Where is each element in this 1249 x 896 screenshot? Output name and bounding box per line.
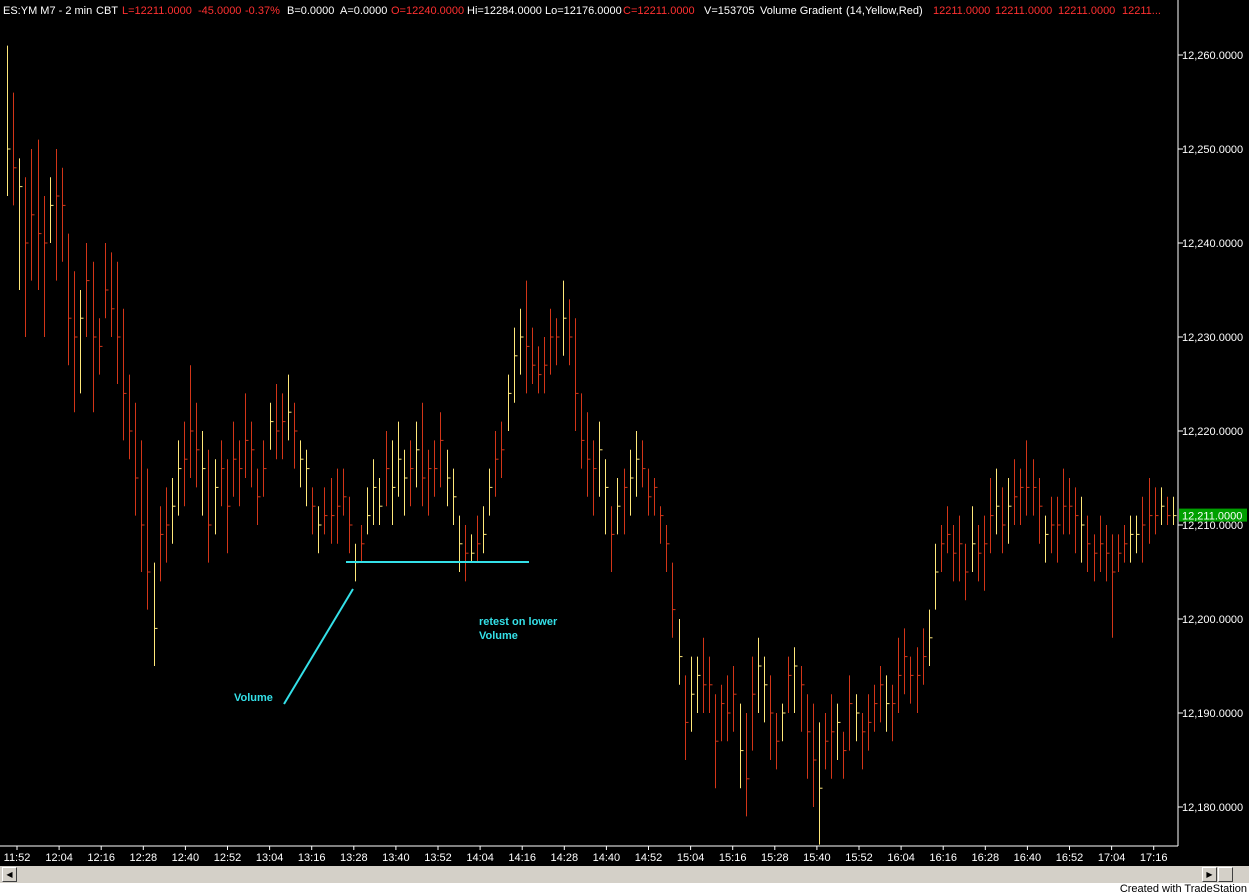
y-tick-label: 12,190.0000: [1182, 708, 1243, 720]
x-tick-label: 13:04: [256, 852, 284, 864]
x-tick-label: 15:16: [719, 852, 747, 864]
credit-text: Created with TradeStation: [1119, 883, 1247, 895]
header-indicator-val-3: 12211.0000: [1058, 5, 1115, 17]
x-tick-label: 16:40: [1014, 852, 1042, 864]
chart-background: [0, 0, 1249, 866]
x-tick-label: 13:40: [382, 852, 410, 864]
y-tick-label: 12,260.0000: [1182, 50, 1243, 62]
x-tick-label: 17:16: [1140, 852, 1168, 864]
last-price-marker: 12,211.0000: [1179, 508, 1247, 523]
x-tick-label: 16:04: [887, 852, 915, 864]
y-tick-label: 12,180.0000: [1182, 802, 1243, 814]
x-tick-label: 11:52: [4, 852, 31, 864]
header-high: Hi=12284.0000: [467, 5, 542, 17]
price-chart[interactable]: ES:YM M7 - 2 min CBT L=12211.0000 -45.00…: [0, 0, 1249, 896]
header-indicator-val-1: 12211.0000: [933, 5, 990, 17]
y-tick-label: 12,200.0000: [1182, 614, 1243, 626]
x-tick-label: 15:04: [677, 852, 705, 864]
x-tick-label: 14:28: [551, 852, 579, 864]
footer-bar: Created with TradeStation: [0, 883, 1249, 896]
x-tick-label: 12:28: [130, 852, 158, 864]
volume-annotation: Volume: [234, 692, 273, 704]
x-tick-label: 13:16: [298, 852, 326, 864]
retest-annotation-line2: Volume: [479, 630, 518, 642]
y-tick-label: 12,220.0000: [1182, 426, 1243, 438]
scroll-thumb[interactable]: [1218, 867, 1233, 882]
scroll-right-arrow-icon[interactable]: ▶: [1202, 867, 1217, 882]
x-tick-label: 12:52: [214, 852, 242, 864]
header-exchange: CBT: [96, 5, 118, 17]
y-tick-label: 12,240.0000: [1182, 238, 1243, 250]
x-tick-label: 17:04: [1098, 852, 1126, 864]
retest-annotation-line1: retest on lower: [479, 616, 558, 628]
header-indicator: Volume Gradient: [760, 5, 842, 17]
header-change: -45.0000: [198, 5, 241, 17]
header-ask: A=0.0000: [340, 5, 387, 17]
horizontal-scrollbar[interactable]: ◀ ▶: [0, 866, 1249, 883]
x-tick-label: 12:04: [45, 852, 73, 864]
header-indicator-val-2: 12211.0000: [995, 5, 1052, 17]
x-tick-label: 12:16: [87, 852, 115, 864]
x-tick-label: 16:52: [1056, 852, 1084, 864]
x-tick-label: 14:16: [508, 852, 536, 864]
header-last: L=12211.0000: [122, 5, 192, 17]
header-bid: B=0.0000: [287, 5, 334, 17]
x-tick-label: 13:28: [340, 852, 368, 864]
x-tick-label: 13:52: [424, 852, 452, 864]
x-tick-label: 16:16: [929, 852, 957, 864]
x-tick-label: 15:28: [761, 852, 789, 864]
header-indicator-params: (14,Yellow,Red): [846, 5, 923, 17]
x-tick-label: 12:40: [172, 852, 200, 864]
header-close: C=12211.0000: [623, 5, 695, 17]
scroll-left-arrow-icon[interactable]: ◀: [2, 867, 17, 882]
y-tick-label: 12,250.0000: [1182, 144, 1243, 156]
header-symbol: ES:YM M7 - 2 min: [3, 5, 92, 17]
header-open: O=12240.0000: [391, 5, 464, 17]
x-tick-label: 15:52: [845, 852, 873, 864]
header-indicator-val-4: 12211...: [1122, 5, 1161, 17]
x-tick-label: 14:04: [466, 852, 494, 864]
header-change-pct: -0.37%: [245, 5, 280, 17]
x-tick-label: 15:40: [803, 852, 831, 864]
last-price-label: 12,211.0000: [1182, 511, 1242, 523]
x-tick-label: 16:28: [972, 852, 1000, 864]
header-low: Lo=12176.0000: [545, 5, 622, 17]
x-tick-label: 14:52: [635, 852, 663, 864]
y-tick-label: 12,230.0000: [1182, 332, 1243, 344]
header-line: ES:YM M7 - 2 min CBT L=12211.0000 -45.00…: [3, 5, 1161, 17]
header-volume: V=153705: [704, 5, 754, 17]
x-tick-label: 14:40: [593, 852, 621, 864]
